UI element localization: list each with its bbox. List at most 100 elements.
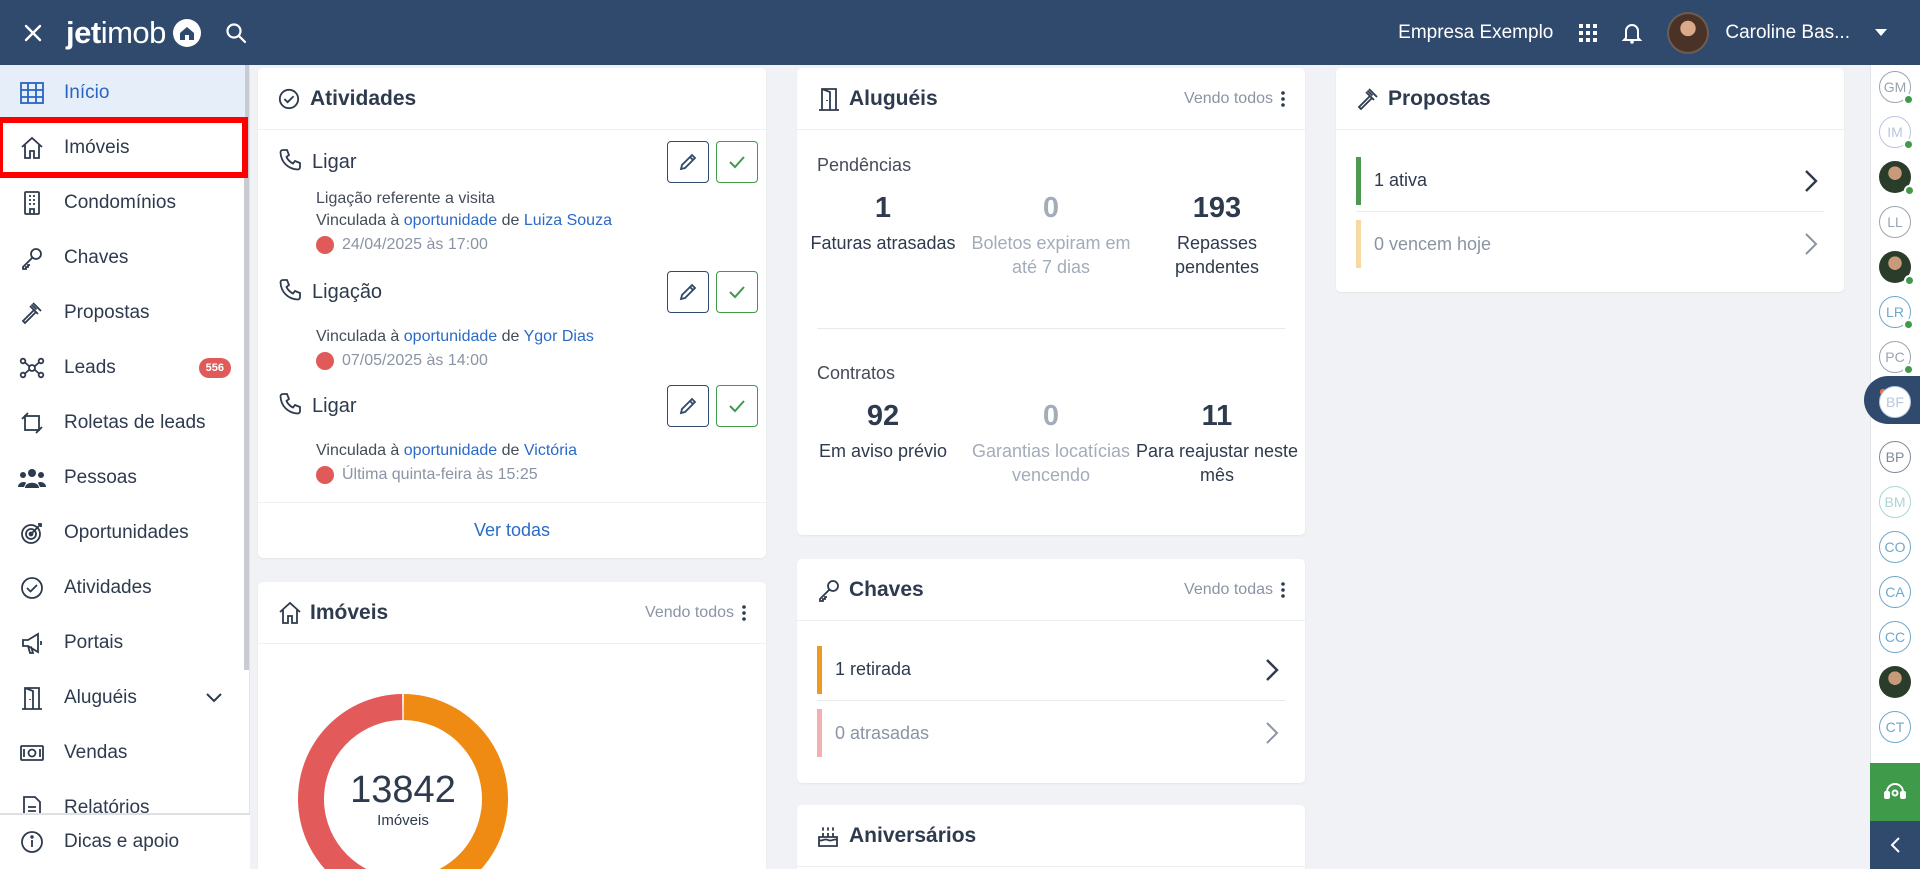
key-icon — [0, 246, 64, 270]
sidebar-item-inicio[interactable]: Início — [0, 65, 245, 120]
sidebar-item-label: Atividades — [64, 576, 152, 598]
opportunity-link[interactable]: oportunidade — [404, 328, 497, 345]
filter-selector[interactable]: Vendo todas — [1184, 581, 1285, 599]
chevron-right-icon — [1804, 232, 1818, 256]
sidebar-item-pessoas[interactable]: Pessoas — [0, 450, 245, 505]
activity-name[interactable]: Ligar — [312, 395, 356, 418]
link-prefix: Vinculada à — [316, 212, 400, 229]
sidebar-item-portais[interactable]: Portais — [0, 615, 245, 670]
close-icon[interactable] — [0, 0, 66, 65]
stat-value: 1 — [874, 192, 892, 224]
complete-button[interactable] — [716, 385, 758, 427]
sidebar-item-alugueis[interactable]: Aluguéis — [0, 670, 245, 725]
top-bar: jet imob Empresa Exemplo Caroline Bas... — [0, 0, 1920, 65]
chevron-right-icon — [1804, 169, 1818, 193]
user-avatar[interactable]: GM — [1879, 71, 1914, 105]
filter-label: Vendo todos — [645, 603, 734, 621]
user-avatar[interactable] — [1879, 251, 1915, 286]
sidebar-item-atividades[interactable]: Atividades — [0, 560, 245, 615]
user-avatar[interactable]: IM — [1879, 116, 1914, 150]
complete-button[interactable] — [716, 141, 758, 183]
apps-grid-icon[interactable] — [1571, 16, 1605, 50]
more-vert-icon[interactable] — [1281, 90, 1285, 107]
search-icon[interactable] — [219, 16, 253, 50]
more-vert-icon[interactable] — [742, 604, 746, 621]
opportunity-link[interactable]: oportunidade — [404, 442, 497, 459]
propostas-vencem-row[interactable]: 0 vencem hoje — [1356, 213, 1824, 275]
sidebar-item-propostas[interactable]: Propostas — [0, 285, 245, 340]
activity-date-text: Última quinta-feira às 15:25 — [342, 466, 538, 483]
user-avatar[interactable]: BM — [1879, 486, 1911, 518]
stat-repasses-pendentes[interactable]: 193 Repasses pendentes — [1133, 191, 1301, 279]
support-chat-icon[interactable] — [1870, 763, 1920, 821]
user-avatar[interactable]: PC — [1879, 341, 1914, 375]
activity-date: 07/05/2025 às 14:00 — [316, 348, 758, 374]
edit-button[interactable] — [667, 271, 709, 313]
user-avatar[interactable] — [1667, 11, 1710, 54]
person-link[interactable]: Ygor Dias — [524, 328, 594, 345]
sidebar-help[interactable]: Dicas e apoio — [0, 813, 250, 869]
em-aprovacao-button[interactable]: 6 Em aprovação — [532, 692, 721, 738]
stat-faturas-atrasadas[interactable]: 1 Faturas atrasadas — [799, 191, 967, 255]
stat-garantias-vencendo[interactable]: 0 Garantias locatícias vencendo — [967, 399, 1135, 487]
filter-selector[interactable]: Vendo todos — [1184, 90, 1285, 108]
collapse-rail-button[interactable] — [1870, 821, 1920, 869]
sidebar-item-chaves[interactable]: Chaves — [0, 230, 245, 285]
user-avatar[interactable]: LL — [1879, 206, 1911, 238]
stat-para-reajustar[interactable]: 11 Para reajustar neste mês — [1133, 399, 1301, 487]
user-avatar[interactable]: CC — [1879, 621, 1911, 653]
overdue-dot — [316, 352, 334, 370]
filter-selector[interactable]: Vendo todos — [645, 604, 746, 622]
status-bar — [1356, 220, 1361, 268]
sidebar-item-vendas[interactable]: Vendas — [0, 725, 245, 780]
users-rail: GM IM LL LR PC BF BP BM CO CA CC CT — [1864, 65, 1920, 869]
user-avatar[interactable]: CO — [1879, 531, 1911, 563]
stat-aviso-previo[interactable]: 92 Em aviso prévio — [799, 399, 967, 463]
propostas-ativa-row[interactable]: 1 ativa — [1356, 150, 1824, 212]
company-name[interactable]: Empresa Exemplo — [1398, 22, 1553, 44]
status-bar — [1356, 156, 1361, 205]
logo[interactable]: jet imob — [66, 15, 201, 51]
person-link[interactable]: Victória — [524, 442, 577, 459]
edit-button[interactable] — [667, 141, 709, 183]
see-all-link[interactable]: Ver todas — [258, 502, 766, 558]
user-avatar[interactable] — [1879, 666, 1911, 698]
sidebar-item-label: Chaves — [64, 246, 129, 268]
chevron-down-icon[interactable] — [1864, 16, 1898, 50]
user-avatar[interactable]: BP — [1879, 441, 1911, 473]
money-icon — [0, 743, 64, 763]
edit-button[interactable] — [667, 385, 709, 427]
user-avatar[interactable]: CA — [1879, 576, 1911, 608]
user-avatar[interactable] — [1879, 161, 1915, 196]
card-title: Atividades — [310, 86, 417, 110]
sidebar-item-imoveis[interactable]: Imóveis — [0, 117, 248, 178]
chevron-down-icon[interactable] — [205, 692, 223, 704]
user-avatar[interactable]: CT — [1879, 711, 1911, 743]
activity-name[interactable]: Ligação — [312, 281, 382, 304]
chaves-atrasadas-row[interactable]: 0 atrasadas — [817, 702, 1285, 764]
chaves-retirada-row[interactable]: 1 retirada — [817, 639, 1285, 701]
imoveis-donut-chart[interactable]: 13842 Imóveis — [298, 694, 508, 869]
info-icon — [0, 830, 64, 854]
sidebar-item-leads[interactable]: Leads 556 — [0, 340, 245, 395]
sidebar-item-oportunidades[interactable]: Oportunidades — [0, 505, 245, 560]
stat-boletos-expiram[interactable]: 0 Boletos expiram em até 7 dias — [967, 191, 1135, 279]
filter-label: Vendo todos — [1184, 89, 1273, 107]
sidebar-item-condominios[interactable]: Condomínios — [0, 175, 245, 230]
opportunity-link[interactable]: oportunidade — [404, 212, 497, 229]
bell-icon[interactable] — [1615, 16, 1649, 50]
stat-value: 92 — [866, 400, 900, 432]
complete-button[interactable] — [716, 271, 758, 313]
atualizados-button[interactable]: 0 Atualizados — [532, 757, 721, 803]
activity-name[interactable]: Ligar — [312, 151, 356, 174]
more-vert-icon[interactable] — [1281, 581, 1285, 598]
imoveis-total-label: Imóveis — [377, 812, 429, 829]
user-name[interactable]: Caroline Bas... — [1725, 22, 1850, 44]
sidebar-item-roletas[interactable]: Roletas de leads — [0, 395, 245, 450]
status-bar — [817, 709, 822, 757]
expirando-button[interactable]: 7468 Expirando — [532, 822, 721, 868]
person-link[interactable]: Luiza Souza — [524, 212, 612, 229]
link-de: de — [501, 442, 520, 459]
user-avatar[interactable]: BF — [1879, 386, 1911, 418]
user-avatar[interactable]: LR — [1879, 296, 1914, 330]
